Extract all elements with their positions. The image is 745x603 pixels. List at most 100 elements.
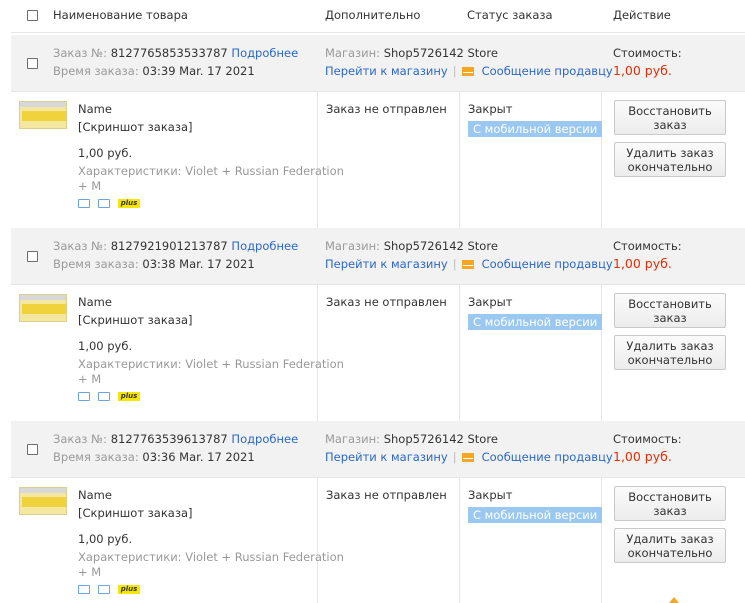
order-cost: 1,00 руб. [613,256,672,271]
item-price: 1,00 руб. [78,339,133,353]
shipping-status: Заказ не отправлен [326,295,447,309]
message-seller-link[interactable]: Сообщение продавцу [482,450,613,464]
item-characteristics: Характеристики: Violet + Russian Federat… [78,357,344,371]
details-link[interactable]: Подробнее [231,432,298,446]
cost-label: Стоимость: [613,239,682,253]
card-icon [98,199,110,208]
shipping-status: Заказ не отправлен [326,102,447,116]
order-time: 03:39 Mar. 17 2021 [142,64,255,78]
item-characteristics-cont: + M [78,565,102,579]
go-to-store-link[interactable]: Перейти к магазину [325,450,448,464]
restore-button-line1: Восстановить [628,104,712,118]
restore-button-line2: заказ [653,118,687,132]
item-name[interactable]: Name [78,295,112,309]
order-header: Заказ №: 8127763539613787 Подробнее Врем… [11,421,745,478]
mobile-version-badge: С мобильной версии [468,314,603,330]
delete-button-line2: окончательно [627,160,713,174]
order-number-label: Заказ №: [53,46,108,60]
link-separator: | [452,64,457,78]
store-label: Магазин: [325,432,381,446]
restore-button-line2: заказ [653,504,687,518]
store-name: Shop5726142 Store [383,46,498,60]
item-screenshot-link[interactable]: [Скриншот заказа] [78,120,192,134]
delete-order-button[interactable]: Удалить заказ окончательно [614,335,726,370]
store-name: Shop5726142 Store [383,432,498,446]
order-number: 8127763539613787 [110,432,228,446]
item-characteristics: Характеристики: Violet + Russian Federat… [78,550,344,564]
delete-order-button[interactable]: Удалить заказ окончательно [614,528,726,563]
order-time: 03:36 Mar. 17 2021 [142,450,255,464]
restore-button-line1: Восстановить [628,297,712,311]
delivery-icon [78,585,90,594]
message-seller-link[interactable]: Сообщение продавцу [482,257,613,271]
delete-button-line1: Удалить заказ [626,339,714,353]
order-time-label: Время заказа: [53,64,139,78]
order-number-label: Заказ №: [53,432,108,446]
item-screenshot-link[interactable]: [Скриншот заказа] [78,313,192,327]
order-time-label: Время заказа: [53,450,139,464]
plus-badge: plus [118,199,140,208]
restore-order-button[interactable]: Восстановить заказ [614,100,726,135]
card-icon [98,585,110,594]
header-action: Действие [613,8,671,22]
message-seller-link[interactable]: Сообщение продавцу [482,64,613,78]
item-screenshot-link[interactable]: [Скриншот заказа] [78,506,192,520]
item-name[interactable]: Name [78,488,112,502]
order-checkbox[interactable] [27,444,38,455]
order-cost: 1,00 руб. [613,449,672,464]
order-time-label: Время заказа: [53,257,139,271]
order-status: Закрыт [468,102,513,116]
order-screenshot-thumbnail[interactable] [19,294,67,322]
details-link[interactable]: Подробнее [231,239,298,253]
link-separator: | [452,257,457,271]
order-block: Заказ №: 8127765853533787 Подробнее Врем… [11,35,745,228]
envelope-icon [461,453,474,462]
cost-label: Стоимость: [613,432,682,446]
store-label: Магазин: [325,239,381,253]
store-name: Shop5726142 Store [383,239,498,253]
delivery-icon [78,199,90,208]
header-extra: Дополнительно [325,8,421,22]
header-product: Наименование товара [53,8,188,22]
order-number: 8127765853533787 [110,46,228,60]
cost-label: Стоимость: [613,46,682,60]
shipping-status: Заказ не отправлен [326,488,447,502]
delete-button-line1: Удалить заказ [626,146,714,160]
order-number: 8127921901213787 [110,239,228,253]
order-status: Закрыт [468,295,513,309]
plus-badge: plus [118,392,140,401]
restore-order-button[interactable]: Восстановить заказ [614,293,726,328]
details-link[interactable]: Подробнее [231,46,298,60]
order-screenshot-thumbnail[interactable] [19,487,67,515]
scroll-to-top-icon[interactable] [669,597,679,603]
item-price: 1,00 руб. [78,532,133,546]
go-to-store-link[interactable]: Перейти к магазину [325,64,448,78]
order-time: 03:38 Mar. 17 2021 [142,257,255,271]
table-header: Наименование товара Дополнительно Статус… [11,0,745,33]
delete-button-line1: Удалить заказ [626,532,714,546]
item-characteristics: Характеристики: Violet + Russian Federat… [78,164,344,178]
item-characteristics-cont: + M [78,372,102,386]
order-block: Заказ №: 8127921901213787 Подробнее Врем… [11,228,745,421]
mobile-version-badge: С мобильной версии [468,507,603,523]
mobile-version-badge: С мобильной версии [468,121,603,137]
delete-button-line2: окончательно [627,546,713,560]
order-checkbox[interactable] [27,58,38,69]
order-checkbox[interactable] [27,251,38,262]
order-block: Заказ №: 8127763539613787 Подробнее Врем… [11,421,745,603]
order-screenshot-thumbnail[interactable] [19,101,67,129]
delivery-icon [78,392,90,401]
select-all-checkbox[interactable] [27,10,38,21]
restore-order-button[interactable]: Восстановить заказ [614,486,726,521]
order-number-label: Заказ №: [53,239,108,253]
order-cost: 1,00 руб. [613,63,672,78]
item-characteristics-cont: + M [78,179,102,193]
go-to-store-link[interactable]: Перейти к магазину [325,257,448,271]
item-name[interactable]: Name [78,102,112,116]
delete-order-button[interactable]: Удалить заказ окончательно [614,142,726,177]
order-header: Заказ №: 8127765853533787 Подробнее Врем… [11,35,745,92]
order-status: Закрыт [468,488,513,502]
card-icon [98,392,110,401]
store-label: Магазин: [325,46,381,60]
order-header: Заказ №: 8127921901213787 Подробнее Врем… [11,228,745,285]
